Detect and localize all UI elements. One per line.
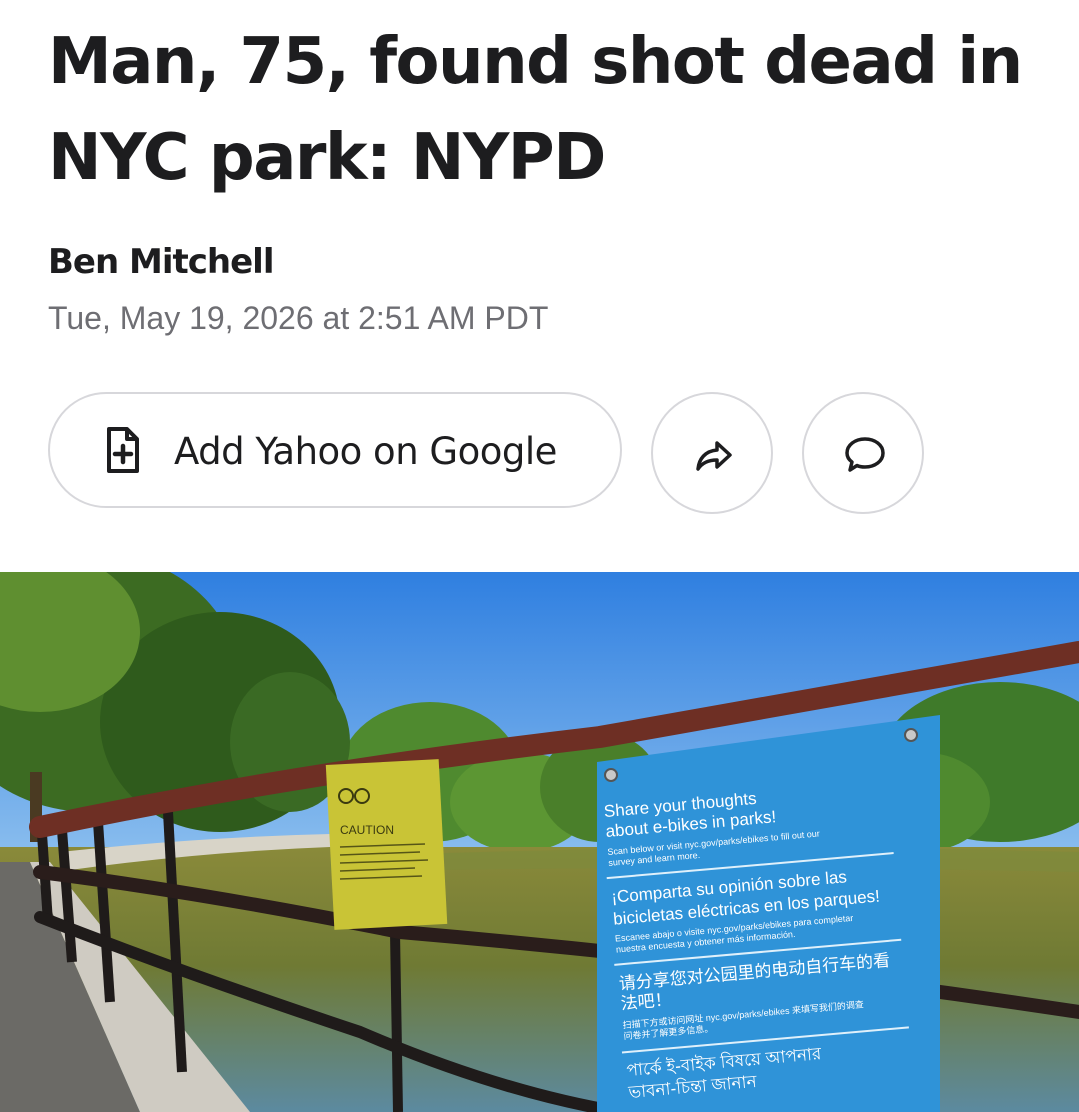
article-photo: CAUTION Share your thoughts about e-bike… bbox=[0, 572, 1079, 1112]
headline-line-1: Man, 75, found shot dead in bbox=[48, 25, 1023, 99]
add-yahoo-on-google-button[interactable]: Add Yahoo on Google bbox=[48, 392, 622, 508]
speech-bubble-icon bbox=[845, 437, 885, 472]
share-arrow-icon bbox=[696, 441, 732, 471]
headline-line-2: NYC park: NYPD bbox=[48, 121, 606, 195]
article-headline: Man, 75, found shot dead in NYC park: NY… bbox=[48, 14, 1058, 206]
park-pond-photo: CAUTION Share your thoughts about e-bike… bbox=[0, 572, 1079, 1112]
caution-sign-title: CAUTION bbox=[340, 823, 394, 837]
caution-sign: CAUTION bbox=[325, 759, 448, 930]
document-plus-icon bbox=[107, 427, 139, 473]
author-name[interactable]: Ben Mitchell bbox=[48, 242, 274, 282]
ebike-survey-sign: Share your thoughts about e-bikes in par… bbox=[597, 715, 940, 1112]
publish-date: Tue, May 19, 2026 at 2:51 AM PDT bbox=[48, 300, 549, 336]
comment-button[interactable] bbox=[802, 392, 924, 514]
share-button[interactable] bbox=[651, 392, 773, 514]
add-yahoo-on-google-label: Add Yahoo on Google bbox=[174, 430, 557, 473]
